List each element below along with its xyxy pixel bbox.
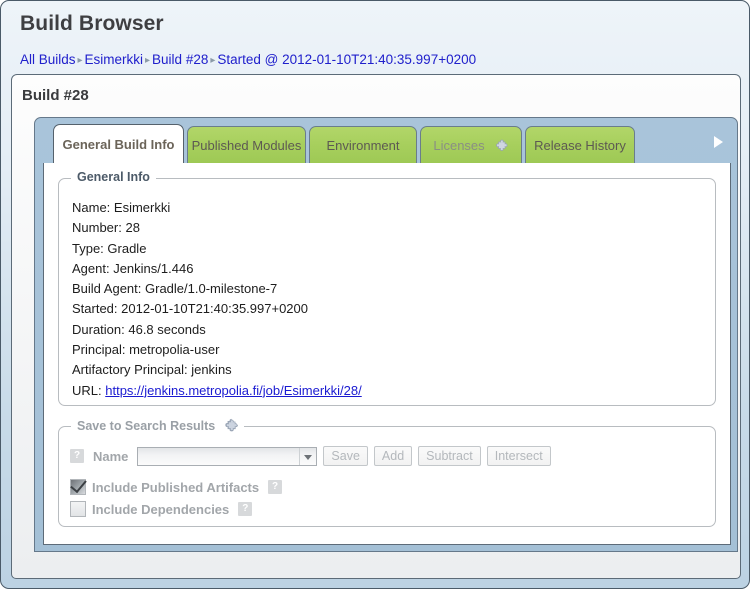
intersect-button[interactable]: Intersect bbox=[486, 446, 551, 466]
general-info-row-value: Esimerkki bbox=[110, 200, 171, 215]
general-info-row: Type: Gradle bbox=[72, 239, 362, 259]
tab-body-general-build-info: General Info Name: Esimerkki Number: 28 Ty… bbox=[43, 163, 731, 545]
general-info-row-value: 28 bbox=[121, 220, 140, 236]
general-info-url-label: URL: bbox=[72, 382, 106, 398]
save-to-search-results-legend-label: Save to Search Results bbox=[77, 418, 216, 433]
general-info-row: Agent: Jenkins/1.446 bbox=[72, 259, 362, 279]
general-info-row-label: Artifactory Principal: bbox=[72, 362, 188, 378]
tab-general-build-info[interactable]: General Build Info bbox=[53, 124, 184, 163]
general-info-row: Duration: 46.8 seconds bbox=[72, 320, 362, 340]
general-info-fieldset: General Info Name: Esimerkki Number: 28 Ty… bbox=[58, 170, 716, 406]
tab-published-modules[interactable]: Published Modules bbox=[187, 126, 306, 163]
save-button[interactable]: Save bbox=[323, 446, 368, 466]
general-info-list: Name: Esimerkki Number: 28 Type: Gradle Age… bbox=[72, 198, 362, 401]
add-button[interactable]: Add bbox=[373, 446, 413, 466]
include-published-artifacts-help-badge[interactable]: ? bbox=[268, 480, 283, 494]
general-info-row-label: Build Agent: bbox=[72, 281, 142, 297]
general-info-row-label: Agent: bbox=[72, 260, 110, 276]
general-info-row-value: Gradle bbox=[103, 240, 147, 256]
general-info-row: Number: 28 bbox=[72, 218, 362, 238]
save-to-search-results-legend: Save to Search Results bbox=[71, 418, 245, 433]
include-dependencies-row: Include Dependencies ? bbox=[70, 501, 253, 517]
name-help-badge[interactable]: ? bbox=[70, 449, 84, 463]
subtract-button[interactable]: Subtract bbox=[418, 446, 481, 466]
tab-label: General Build Info bbox=[62, 136, 175, 152]
page-title: Build Browser bbox=[20, 12, 164, 35]
tab-label: Release History bbox=[534, 137, 626, 153]
page-header: Build Browser All Builds ▸ Esimerkki ▸ Build… bbox=[1, 1, 749, 73]
breadcrumb-item-3[interactable]: Build #28 bbox=[152, 52, 208, 67]
include-published-artifacts-checkbox[interactable] bbox=[70, 479, 86, 495]
general-info-row-value: Gradle/1.0-milestone-7 bbox=[141, 281, 278, 297]
tab-next-arrow-icon[interactable] bbox=[714, 136, 723, 148]
general-info-row-label: Number: bbox=[72, 220, 122, 236]
general-info-row-label: Name: bbox=[72, 200, 111, 215]
tab-environment[interactable]: Environment bbox=[309, 126, 417, 163]
combobox-separator bbox=[299, 447, 301, 465]
breadcrumb-separator-icon: ▸ bbox=[77, 55, 83, 66]
general-info-row-value: jenkins bbox=[187, 362, 232, 378]
name-combobox[interactable] bbox=[137, 446, 318, 466]
general-info-row: Artifactory Principal: jenkins bbox=[72, 360, 362, 380]
general-info-row-value: 2012-01-10T21:40:35.997+0200 bbox=[117, 301, 308, 317]
general-info-legend: General Info bbox=[71, 170, 156, 184]
tab-label: Published Modules bbox=[191, 137, 302, 153]
tab-release-history[interactable]: Release History bbox=[525, 126, 635, 163]
general-info-row-value: metropolia-user bbox=[125, 342, 220, 358]
breadcrumb-separator-icon: ▸ bbox=[210, 55, 216, 66]
tab-panel: General Build Info Published Modules Envir… bbox=[34, 117, 738, 552]
general-info-row-label: Principal: bbox=[72, 342, 126, 358]
save-search-name-row: ? Name Save Add Subtract Intersect bbox=[70, 446, 551, 466]
include-dependencies-help-badge[interactable]: ? bbox=[238, 502, 253, 516]
name-label: Name bbox=[93, 448, 129, 464]
general-info-row: Name: Esimerkki bbox=[72, 198, 362, 218]
chevron-down-icon bbox=[304, 454, 313, 460]
general-info-row: Principal: metropolia-user bbox=[72, 340, 362, 360]
save-search-button-group: Save Add Subtract Intersect bbox=[317, 446, 551, 466]
general-info-row-label: Started: bbox=[72, 301, 118, 317]
general-info-url-link[interactable]: https://jenkins.metropolia.fi/job/Esimer… bbox=[105, 383, 362, 398]
breadcrumb-item-1[interactable]: All Builds bbox=[20, 52, 76, 67]
puzzle-icon bbox=[223, 418, 239, 433]
tab-licenses[interactable]: Licenses bbox=[420, 126, 522, 163]
general-info-row-label: Type: bbox=[72, 240, 104, 256]
include-dependencies-label: Include Dependencies bbox=[92, 501, 230, 517]
general-info-url-row: URL: https://jenkins.metropolia.fi/job/E… bbox=[72, 381, 362, 401]
save-to-search-results-fieldset: Save to Search Results ? Name Save Add S… bbox=[58, 418, 716, 527]
build-content-card: Build #28 General Build Info Published Mo… bbox=[11, 74, 741, 579]
build-heading: Build #28 bbox=[22, 87, 89, 104]
breadcrumb: All Builds ▸ Esimerkki ▸ Build #28 ▸ Started @… bbox=[20, 52, 476, 67]
build-browser-page: Build Browser All Builds ▸ Esimerkki ▸ Build… bbox=[0, 0, 750, 589]
breadcrumb-separator-icon: ▸ bbox=[145, 55, 151, 66]
general-info-row-value: Jenkins/1.446 bbox=[109, 260, 194, 276]
breadcrumb-item-2[interactable]: Esimerkki bbox=[85, 52, 144, 67]
general-info-row-value: 46.8 seconds bbox=[124, 321, 206, 337]
breadcrumb-item-4[interactable]: Started @ 2012-01-10T21:40:35.997+0200 bbox=[217, 52, 476, 67]
general-info-row: Started: 2012-01-10T21:40:35.997+0200 bbox=[72, 299, 362, 319]
include-published-artifacts-row: Include Published Artifacts ? bbox=[70, 479, 283, 495]
tab-label: Environment bbox=[326, 137, 400, 153]
tab-strip: General Build Info Published Modules Envir… bbox=[35, 118, 737, 163]
general-info-row-label: Duration: bbox=[72, 321, 125, 337]
tab-label: Licenses bbox=[433, 137, 485, 153]
include-published-artifacts-label: Include Published Artifacts bbox=[92, 479, 260, 495]
include-dependencies-checkbox[interactable] bbox=[70, 501, 86, 517]
puzzle-icon bbox=[492, 138, 509, 153]
general-info-row: Build Agent: Gradle/1.0-milestone-7 bbox=[72, 279, 362, 299]
